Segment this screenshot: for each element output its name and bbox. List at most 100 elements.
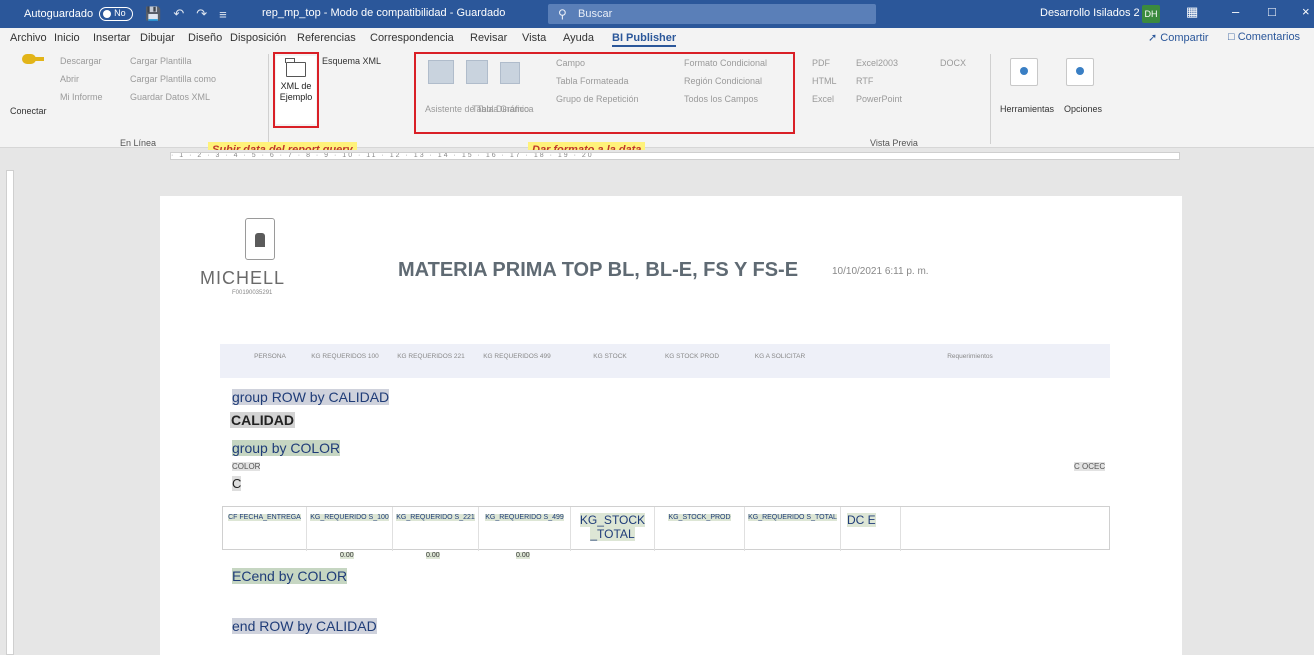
tab-revisar[interactable]: Revisar: [470, 32, 507, 44]
highlight-xml-sample: [273, 52, 319, 128]
tab-vista[interactable]: Vista: [522, 32, 546, 44]
ribbon: Conectar Descargar Cargar Plantilla Abri…: [0, 48, 1314, 158]
key-icon: [22, 54, 44, 64]
upload-template-item[interactable]: Cargar Plantilla: [130, 56, 192, 66]
tab-dibujar[interactable]: Dibujar: [140, 32, 175, 44]
preview-powerpoint[interactable]: PowerPoint: [856, 94, 902, 104]
cell-kg-req-221[interactable]: KG_REQUERIDO S_221: [393, 507, 479, 551]
download-item[interactable]: Descargar: [60, 56, 102, 66]
group-color-field[interactable]: group by COLOR: [232, 440, 341, 456]
tab-archivo[interactable]: Archivo: [10, 32, 47, 44]
cell-fecha-entrega[interactable]: CF FECHA_ENTREGA: [223, 507, 307, 551]
group-color-label: group by COLOR: [232, 440, 341, 456]
xml-schema-button[interactable]: Esquema XML: [322, 56, 381, 66]
user-name[interactable]: Desarrollo Isilados 2: [1040, 7, 1140, 19]
menu-tabs: Archivo Inicio Insertar Dibujar Diseño D…: [0, 28, 1314, 48]
autosave-label: Autoguardado: [24, 8, 94, 20]
calidad-field[interactable]: CALIDAD: [230, 412, 295, 428]
group-row-field[interactable]: group ROW by CALIDAD: [232, 389, 390, 405]
end-color-field[interactable]: ECend by COLOR: [232, 568, 348, 584]
color-right-field[interactable]: C OCEC: [1074, 462, 1106, 471]
open-item[interactable]: Abrir: [60, 74, 79, 84]
upload-template-as-item[interactable]: Cargar Plantilla como: [130, 74, 216, 84]
header-kg-stock: KG STOCK: [593, 353, 627, 360]
logo-text: MICHELL: [200, 268, 286, 288]
cell-kg-stock-total[interactable]: KG_STOCK _TOTAL: [571, 507, 655, 551]
tab-correspondencia[interactable]: Correspondencia: [370, 32, 454, 44]
my-report-item[interactable]: Mi Informe: [60, 92, 103, 102]
end-row-field[interactable]: end ROW by CALIDAD: [232, 618, 377, 634]
avatar[interactable]: DH: [1142, 5, 1160, 23]
cell-dc-text: DC E: [847, 513, 876, 527]
tab-bi-publisher[interactable]: BI Publisher: [612, 32, 677, 47]
cell-kg-stock-total-text: KG_STOCK _TOTAL: [579, 513, 646, 541]
save-xml-item[interactable]: Guardar Datos XML: [130, 92, 210, 102]
cell-kg-req-221-text: KG_REQUERIDO S_221: [396, 514, 475, 521]
ruler-strip: · 1 · 2 · 3 · 4 · 5 · 6 · 7 · 8 · 9 · 10…: [170, 152, 1180, 160]
highlight-format-group: [414, 52, 795, 134]
save-icon[interactable]: 💾: [145, 6, 161, 22]
group-row-label: group ROW by CALIDAD: [232, 389, 390, 405]
share-button[interactable]: ➚ Compartir: [1148, 31, 1209, 44]
separator: [990, 54, 991, 144]
document-page: MICHELL F00190035291 MATERIA PRIMA TOP B…: [160, 196, 1182, 655]
autosave-toggle[interactable]: No: [99, 7, 134, 21]
total-499-text: 0.00: [516, 552, 530, 559]
cell-kg-req-total-text: KG_REQUERIDO S_TOTAL: [748, 514, 837, 521]
report-date: 10/10/2021 6:11 p. m.: [832, 266, 929, 277]
tab-inicio[interactable]: Inicio: [54, 32, 80, 44]
tab-insertar[interactable]: Insertar: [93, 32, 130, 44]
tools-button[interactable]: Herramientas: [1000, 104, 1054, 114]
cell-kg-stock-prod[interactable]: KG_STOCK_PROD: [655, 507, 745, 551]
total-499: 0.00: [516, 552, 530, 559]
tab-ayuda[interactable]: Ayuda: [563, 32, 594, 44]
separator: [268, 54, 269, 144]
total-100: 0.00: [340, 552, 354, 559]
preview-excel[interactable]: Excel: [812, 94, 834, 104]
color-field[interactable]: COLOR: [232, 462, 261, 471]
tab-referencias[interactable]: Referencias: [297, 32, 356, 44]
close-icon[interactable]: ×: [1302, 4, 1310, 19]
options-button[interactable]: Opciones: [1064, 104, 1102, 114]
tab-disposicion[interactable]: Disposición: [230, 32, 286, 44]
redo-icon[interactable]: ↷: [196, 6, 207, 22]
ribbon-display-icon[interactable]: ▦: [1186, 4, 1198, 20]
search-input[interactable]: ⚲ Buscar: [548, 4, 876, 24]
preview-docx[interactable]: DOCX: [940, 58, 966, 68]
preview-rtf[interactable]: RTF: [856, 76, 873, 86]
total-221-text: 0.00: [426, 552, 440, 559]
header-kg-stock-prod: KG STOCK PROD: [664, 353, 720, 360]
preview-group-label: Vista Previa: [870, 138, 918, 148]
maximize-icon[interactable]: □: [1268, 4, 1276, 19]
preview-pdf[interactable]: PDF: [812, 58, 830, 68]
minimize-icon[interactable]: –: [1232, 4, 1239, 19]
quick-access-menu-icon[interactable]: ≡: [219, 7, 227, 22]
logo-subtext: F00190035291: [232, 290, 273, 296]
c-field[interactable]: C: [232, 476, 242, 491]
cell-kg-req-499[interactable]: KG_REQUERIDO S_499: [479, 507, 571, 551]
cell-kg-req-499-text: KG_REQUERIDO S_499: [485, 514, 564, 521]
preview-excel2003[interactable]: Excel2003: [856, 58, 898, 68]
table-header-row: PERSONA KG REQUERIDOS 100 KG REQUERIDOS …: [220, 344, 1110, 378]
data-row-table: CF FECHA_ENTREGA KG_REQUERIDO S_100 KG_R…: [222, 506, 1110, 551]
connect-button[interactable]: Conectar: [10, 106, 47, 116]
cell-dc[interactable]: DC E: [841, 507, 901, 551]
horizontal-ruler: · 1 · 2 · 3 · 4 · 5 · 6 · 7 · 8 · 9 · 10…: [0, 150, 1314, 162]
comments-button[interactable]: □ Comentarios: [1228, 31, 1300, 43]
cell-kg-req-total[interactable]: KG_REQUERIDO S_TOTAL: [745, 507, 841, 551]
end-row-label: end ROW by CALIDAD: [232, 618, 377, 634]
autosave-state: No: [114, 8, 126, 18]
cell-kg-req-100[interactable]: KG_REQUERIDO S_100: [307, 507, 393, 551]
end-color-label: ECend by COLOR: [232, 568, 348, 584]
total-100-text: 0.00: [340, 552, 354, 559]
header-requerimientos: Requerimientos: [947, 353, 993, 360]
title-bar: Autoguardado No 💾 ↶ ↷ ≡ rep_mp_top - Mod…: [0, 0, 1314, 28]
undo-icon[interactable]: ↶: [173, 6, 184, 22]
tab-diseno[interactable]: Diseño: [188, 32, 222, 44]
preview-html[interactable]: HTML: [812, 76, 837, 86]
share-label: Compartir: [1160, 32, 1209, 44]
header-kg-req-499: KG REQUERIDOS 499: [483, 353, 551, 360]
options-icon: [1066, 58, 1094, 86]
header-kg-a-solicitar: KG A SOLICITAR: [754, 353, 806, 360]
total-221: 0.00: [426, 552, 440, 559]
